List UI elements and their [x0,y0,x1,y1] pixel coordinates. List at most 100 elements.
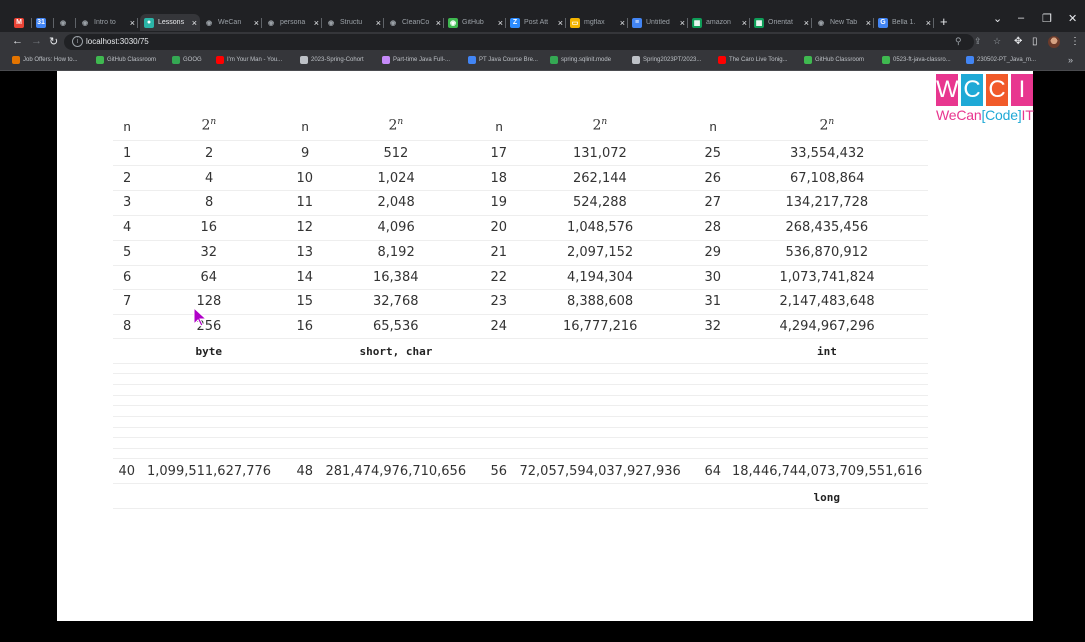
bookmark-star-icon[interactable]: ☆ [993,36,1001,47]
column-header-power: 2n [389,117,404,134]
bookmark-item[interactable]: 0523-ft-java-classro... [882,56,951,64]
n-value: 1 [123,145,132,161]
mouse-cursor-icon [193,307,207,327]
address-bar[interactable]: i localhost:3030/75 ⚲ ⇪ ☆ [64,34,1001,50]
gmail-icon: M [14,17,24,28]
tab-wecan[interactable]: ◉ WeCan × [200,14,262,31]
bookmark-item[interactable]: spring.sqlinit.mode [550,56,611,64]
tab-gmail[interactable]: M [10,14,32,31]
row-divider [113,508,928,509]
tab-bella-1[interactable]: G Bella 1. × [874,14,934,31]
tab-close-icon[interactable]: × [254,18,259,28]
tab-search-icon[interactable]: ⌄ [993,12,1002,25]
bookmark-label: 230502-PT_Java_m... [977,57,1037,63]
tab-new-tab[interactable]: ◉ New Tab × [812,14,874,31]
tab-close-icon[interactable]: × [866,18,871,28]
bookmark-label: Part-time Java Full-... [393,57,451,63]
reload-icon[interactable]: ↻ [49,35,58,48]
n-value: 8 [123,318,132,334]
bookmark-item[interactable]: PT Java Course Bre... [468,56,538,64]
row-divider [113,240,928,241]
tab-calendar[interactable]: 31 [32,14,54,31]
bookmark-favicon-icon [718,56,726,64]
n-value: 48 [296,463,314,479]
share-icon[interactable]: ⇪ [974,36,982,47]
tab-structu[interactable]: ◉ Structu × [322,14,384,31]
bookmark-favicon-icon [966,56,974,64]
close-window-icon[interactable]: ✕ [1068,12,1077,25]
site-info-icon[interactable]: i [72,36,83,47]
bookmark-item[interactable]: GitHub Classroom [96,56,156,64]
tab-close-icon[interactable]: × [314,18,319,28]
tab-title: CleanCo [402,19,430,26]
n-value: 2 [123,170,132,186]
bookmark-label: spring.sqlinit.mode [561,57,612,63]
row-divider [113,437,928,438]
tab-lessons[interactable]: ● Lessons × [140,14,200,31]
tab-close-icon[interactable]: × [742,18,747,28]
bookmark-item[interactable]: Spring2023PT/2023... [632,56,701,64]
tab-close-icon[interactable]: × [130,18,135,28]
power-value: 8,192 [377,244,415,260]
tab-orientat[interactable]: ▦ Orientat × [750,14,812,31]
tab-mgflax[interactable]: ▭ mgflax × [566,14,628,31]
tab-close-icon[interactable]: × [436,18,441,28]
logo-letter-block: W [936,74,959,106]
n-value: 9 [301,145,310,161]
bookmark-favicon-icon [468,56,476,64]
bookmark-item[interactable]: Job Offers: How to... [12,56,78,64]
column-header-n: n [301,118,309,134]
bookmark-item[interactable]: GitHub Classroom [804,56,864,64]
tab-title: New Tab [830,19,858,26]
maximize-icon[interactable]: ❐ [1042,12,1052,25]
url-text[interactable]: localhost:3030/75 [86,37,149,46]
menu-icon[interactable]: ⋮ [1070,36,1080,47]
bookmarks-bar: Job Offers: How to... GitHub Classroom GOO… [0,52,1085,71]
n-value: 26 [704,170,722,186]
tab-github[interactable]: ◉ [54,14,76,31]
back-icon[interactable]: ← [12,35,23,47]
tab-separator [933,18,934,28]
power-exponent: n [828,116,835,127]
bookmark-item[interactable]: I'm Your Man - You... [216,56,282,64]
wcci-logo: WeCan[Code]IT WCCI [936,74,1034,126]
row-divider [113,289,928,290]
bookmark-item[interactable]: GOOG [172,56,202,64]
bookmark-item[interactable]: 2023-Spring-Cohort [300,56,364,64]
power-value: 1,048,576 [567,219,634,235]
tab-close-icon[interactable]: × [558,18,563,28]
tab-untitled[interactable]: ≡ Untitled × [628,14,688,31]
side-panel-icon[interactable]: ▯ [1032,36,1038,47]
zoom-icon: Z [510,17,520,28]
tab-cleanco[interactable]: ◉ CleanCo × [384,14,444,31]
logo-letter-block: I [1011,74,1033,106]
zoom-icon[interactable]: ⚲ [955,36,962,47]
minimize-icon[interactable]: – [1018,12,1024,24]
tab-close-icon[interactable]: × [192,18,197,28]
bookmark-item[interactable]: 230502-PT_Java_m... [966,56,1036,64]
tab-post-att[interactable]: Z Post Att × [506,14,566,31]
extensions-icon[interactable]: ✥ [1014,36,1022,47]
new-tab-icon[interactable]: + [940,14,948,29]
power-value: 524,288 [573,194,627,210]
tab-close-icon[interactable]: × [498,18,503,28]
tab-close-icon[interactable]: × [804,18,809,28]
bookmark-item[interactable]: The Caro Live Tonig... [718,56,788,64]
row-divider [113,483,928,484]
forward-icon[interactable]: → [31,35,42,47]
n-value: 4 [123,219,132,235]
tab-close-icon[interactable]: × [680,18,685,28]
tab-intro-to[interactable]: ◉ Intro to × [76,14,138,31]
tab-close-icon[interactable]: × [620,18,625,28]
tab-github[interactable]: ◉ GitHub × [444,14,506,31]
tab-close-icon[interactable]: × [376,18,381,28]
power-value: 131,072 [573,145,627,161]
github-icon: ◉ [267,19,275,27]
row-divider [113,373,928,374]
tab-close-icon[interactable]: × [926,18,931,28]
bookmark-item[interactable]: Part-time Java Full-... [382,56,450,64]
tab-amazon[interactable]: ▦ amazon × [688,14,750,31]
bookmarks-overflow-icon[interactable]: » [1068,55,1073,65]
tab-persona[interactable]: ◉ persona × [262,14,322,31]
profile-avatar[interactable] [1048,36,1060,48]
